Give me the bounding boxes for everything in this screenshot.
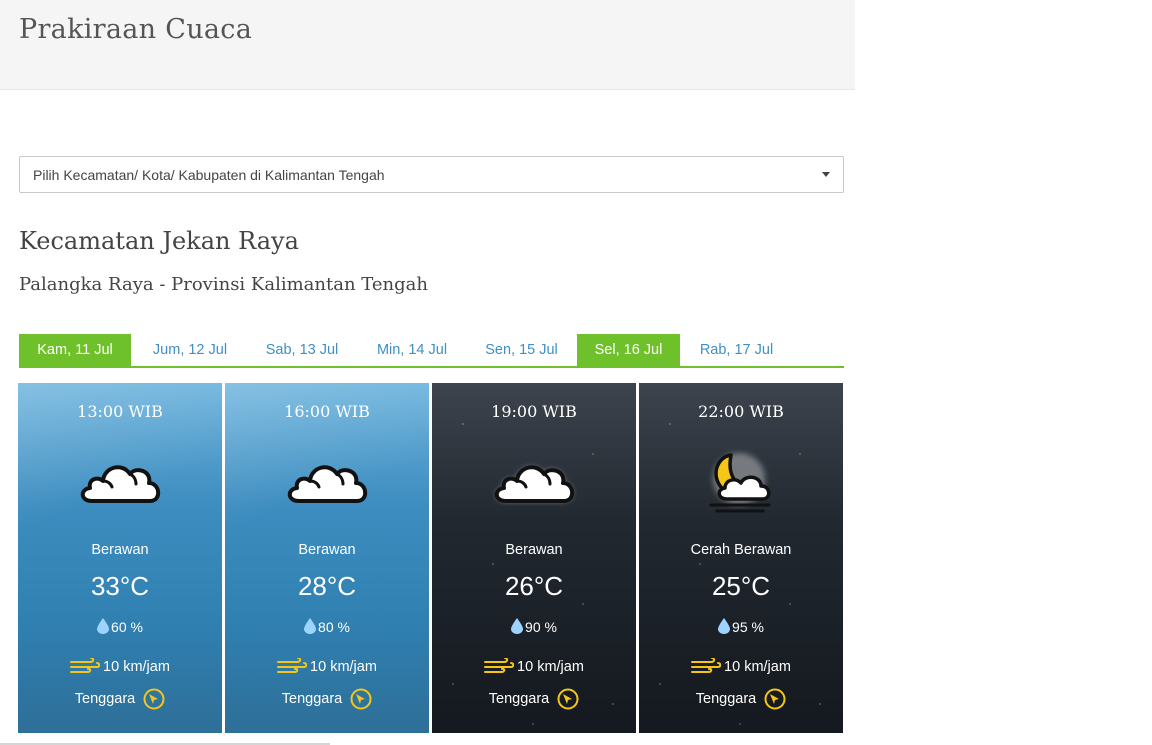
forecast-description: Berawan bbox=[91, 542, 149, 558]
forecast-time: 19:00 WIB bbox=[491, 402, 577, 421]
humidity-drop-icon bbox=[511, 618, 524, 634]
forecast-humidity: 80 % bbox=[318, 619, 350, 635]
forecast-description: Berawan bbox=[298, 542, 356, 558]
forecast-time: 16:00 WIB bbox=[284, 402, 370, 421]
star-dot bbox=[592, 453, 594, 455]
tab-kam-11-jul[interactable]: Kam, 11 Jul bbox=[19, 334, 131, 366]
forecast-description: Berawan bbox=[505, 542, 563, 558]
forecast-wind-direction: Tenggara bbox=[281, 691, 343, 707]
compass-arrow-icon bbox=[143, 688, 165, 710]
star-dot bbox=[699, 563, 701, 565]
tab-sel-16-jul[interactable]: Sel, 16 Jul bbox=[577, 334, 680, 366]
humidity-drop-icon bbox=[304, 618, 317, 634]
humidity-drop-icon bbox=[97, 618, 110, 634]
forecast-description: Cerah Berawan bbox=[690, 542, 792, 558]
forecast-wind-speed: 10 km/jam bbox=[103, 659, 170, 675]
star-dot bbox=[452, 683, 454, 685]
tab-min-14-jul[interactable]: Min, 14 Jul bbox=[360, 334, 464, 366]
star-dot bbox=[779, 413, 781, 415]
location-subtitle: Palangka Raya - Provinsi Kalimantan Teng… bbox=[19, 274, 428, 295]
wind-icon bbox=[691, 657, 722, 673]
tab-sen-15-jul[interactable]: Sen, 15 Jul bbox=[469, 334, 574, 366]
forecast-wind-speed: 10 km/jam bbox=[517, 659, 584, 675]
star-dot bbox=[819, 703, 821, 705]
tab-sab-13-jul[interactable]: Sab, 13 Jul bbox=[249, 334, 355, 366]
forecast-wind-direction: Tenggara bbox=[74, 691, 136, 707]
wind-icon bbox=[484, 657, 515, 673]
compass-arrow-icon bbox=[557, 688, 579, 710]
forecast-card: 13:00 WIB Berawan 33°C 60 % 10 km/jam Te… bbox=[18, 383, 222, 733]
forecast-humidity: 95 % bbox=[732, 619, 764, 635]
star-dot bbox=[659, 683, 661, 685]
forecast-temperature: 25°C bbox=[711, 571, 771, 601]
partly-cloudy-night-icon bbox=[691, 449, 791, 519]
humidity-drop-icon bbox=[718, 618, 731, 634]
forecast-time: 13:00 WIB bbox=[77, 402, 163, 421]
forecast-humidity: 90 % bbox=[525, 619, 557, 635]
star-dot bbox=[572, 413, 574, 415]
cloudy-icon bbox=[484, 449, 584, 519]
star-dot bbox=[492, 563, 494, 565]
forecast-temperature: 33°C bbox=[90, 571, 150, 601]
tab-rab-17-jul[interactable]: Rab, 17 Jul bbox=[683, 334, 790, 366]
forecast-card: 19:00 WIB Berawan 26°C 90 % 10 km/jam Te… bbox=[432, 383, 636, 733]
location-select-placeholder: Pilih Kecamatan/ Kota/ Kabupaten di Kali… bbox=[33, 167, 385, 183]
star-dot bbox=[532, 723, 534, 725]
page-header: Prakiraan Cuaca bbox=[0, 0, 855, 90]
date-tabs: Kam, 11 Jul Jum, 12 Jul Sab, 13 Jul Min,… bbox=[19, 334, 844, 368]
star-dot bbox=[582, 603, 584, 605]
star-dot bbox=[799, 453, 801, 455]
forecast-wind-direction: Tenggara bbox=[695, 691, 757, 707]
forecast-wind-speed: 10 km/jam bbox=[724, 659, 791, 675]
star-dot bbox=[612, 703, 614, 705]
forecast-card: 22:00 WIB Cerah Berawan 25°C 95 % 10 km/… bbox=[639, 383, 843, 733]
page-title: Prakiraan Cuaca bbox=[19, 14, 253, 45]
cloudy-icon bbox=[70, 449, 170, 519]
cloudy-icon bbox=[277, 449, 377, 519]
wind-icon bbox=[70, 657, 101, 673]
star-dot bbox=[669, 423, 671, 425]
star-dot bbox=[462, 423, 464, 425]
tab-jum-12-jul[interactable]: Jum, 12 Jul bbox=[136, 334, 244, 366]
forecast-temperature: 28°C bbox=[297, 571, 357, 601]
forecast-temperature: 26°C bbox=[504, 571, 564, 601]
location-select[interactable]: Pilih Kecamatan/ Kota/ Kabupaten di Kali… bbox=[19, 156, 844, 193]
forecast-humidity: 60 % bbox=[111, 619, 143, 635]
star-dot bbox=[739, 723, 741, 725]
chevron-down-icon bbox=[822, 172, 830, 177]
forecast-wind-direction: Tenggara bbox=[488, 691, 550, 707]
compass-arrow-icon bbox=[350, 688, 372, 710]
forecast-wind-speed: 10 km/jam bbox=[310, 659, 377, 675]
forecast-card: 16:00 WIB Berawan 28°C 80 % 10 km/jam Te… bbox=[225, 383, 429, 733]
compass-arrow-icon bbox=[764, 688, 786, 710]
star-dot bbox=[789, 603, 791, 605]
wind-icon bbox=[277, 657, 308, 673]
location-title: Kecamatan Jekan Raya bbox=[19, 227, 299, 255]
forecast-time: 22:00 WIB bbox=[698, 402, 784, 421]
